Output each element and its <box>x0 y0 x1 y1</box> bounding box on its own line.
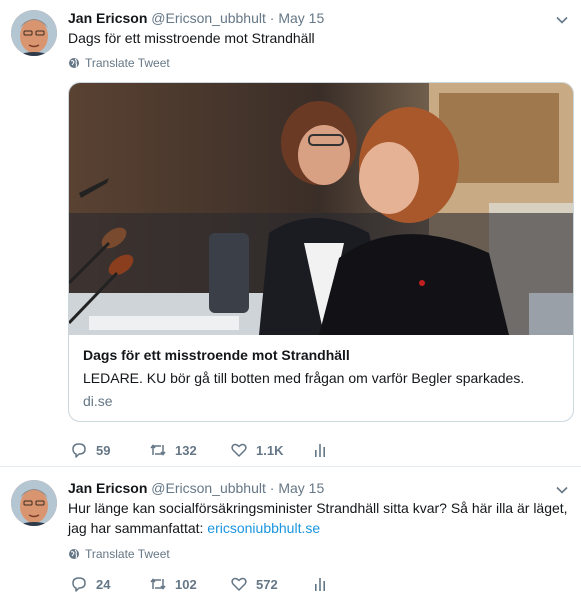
tweet-actions: 59 132 1.1K <box>68 441 348 461</box>
tweet-header: Jan Ericson @Ericson_ubbhult · May 15 <box>68 9 324 27</box>
tweet-date[interactable]: May 15 <box>278 480 324 496</box>
analytics-icon <box>311 441 329 459</box>
tweet[interactable]: Jan Ericson @Ericson_ubbhult · May 15 Da… <box>0 0 581 467</box>
globe-icon <box>68 548 80 560</box>
caret-down-icon[interactable] <box>555 483 569 497</box>
retweet-count: 132 <box>175 442 197 458</box>
analytics-button[interactable] <box>311 441 329 459</box>
globe-icon <box>68 57 80 69</box>
retweet-button[interactable]: 102 <box>149 575 197 593</box>
tweet-header: Jan Ericson @Ericson_ubbhult · May 15 <box>68 479 324 497</box>
like-button[interactable]: 572 <box>230 575 278 593</box>
separator-dot: · <box>269 10 275 26</box>
retweet-icon <box>149 441 167 459</box>
caret-down-icon[interactable] <box>555 13 569 27</box>
tweet-actions: 24 102 572 <box>68 575 348 595</box>
author-handle[interactable]: @Ericson_ubbhult <box>151 10 266 26</box>
tweet[interactable]: Jan Ericson @Ericson_ubbhult · May 15 Hu… <box>0 467 581 603</box>
author-name[interactable]: Jan Ericson <box>68 480 147 496</box>
retweet-button[interactable]: 132 <box>149 441 197 459</box>
card-domain: di.se <box>83 393 113 409</box>
like-count: 572 <box>256 576 278 592</box>
tweet-link[interactable]: ericsoniubbhult.se <box>207 520 320 536</box>
card-description: LEDARE. KU bör gå till botten med frågan… <box>83 370 525 386</box>
analytics-button[interactable] <box>311 575 329 593</box>
translate-tweet-link[interactable]: Translate Tweet <box>68 55 170 71</box>
tweet-text: Dags för ett misstroende mot Strandhäll <box>68 30 315 46</box>
author-handle[interactable]: @Ericson_ubbhult <box>151 480 266 496</box>
author-name[interactable]: Jan Ericson <box>68 10 147 26</box>
translate-label: Translate Tweet <box>85 547 170 561</box>
reply-count: 59 <box>96 442 111 458</box>
like-count: 1.1K <box>256 442 284 458</box>
avatar[interactable] <box>11 10 57 56</box>
reply-count: 24 <box>96 576 111 592</box>
link-card[interactable]: Dags för ett misstroende mot Strandhäll … <box>68 82 574 422</box>
tweet-date[interactable]: May 15 <box>278 10 324 26</box>
separator-dot: · <box>269 480 275 496</box>
translate-label: Translate Tweet <box>85 56 170 70</box>
card-image <box>69 83 573 335</box>
reply-button[interactable]: 24 <box>70 575 110 593</box>
like-icon <box>230 441 248 459</box>
tweet-text: Hur länge kan socialförsäkringsminister … <box>68 498 568 538</box>
reply-icon <box>70 575 88 593</box>
avatar[interactable] <box>11 480 57 526</box>
like-button[interactable]: 1.1K <box>230 441 283 459</box>
analytics-icon <box>311 575 329 593</box>
reply-button[interactable]: 59 <box>70 441 110 459</box>
retweet-icon <box>149 575 167 593</box>
like-icon <box>230 575 248 593</box>
card-title: Dags för ett misstroende mot Strandhäll <box>83 347 350 363</box>
retweet-count: 102 <box>175 576 197 592</box>
reply-icon <box>70 441 88 459</box>
translate-tweet-link[interactable]: Translate Tweet <box>68 546 170 562</box>
